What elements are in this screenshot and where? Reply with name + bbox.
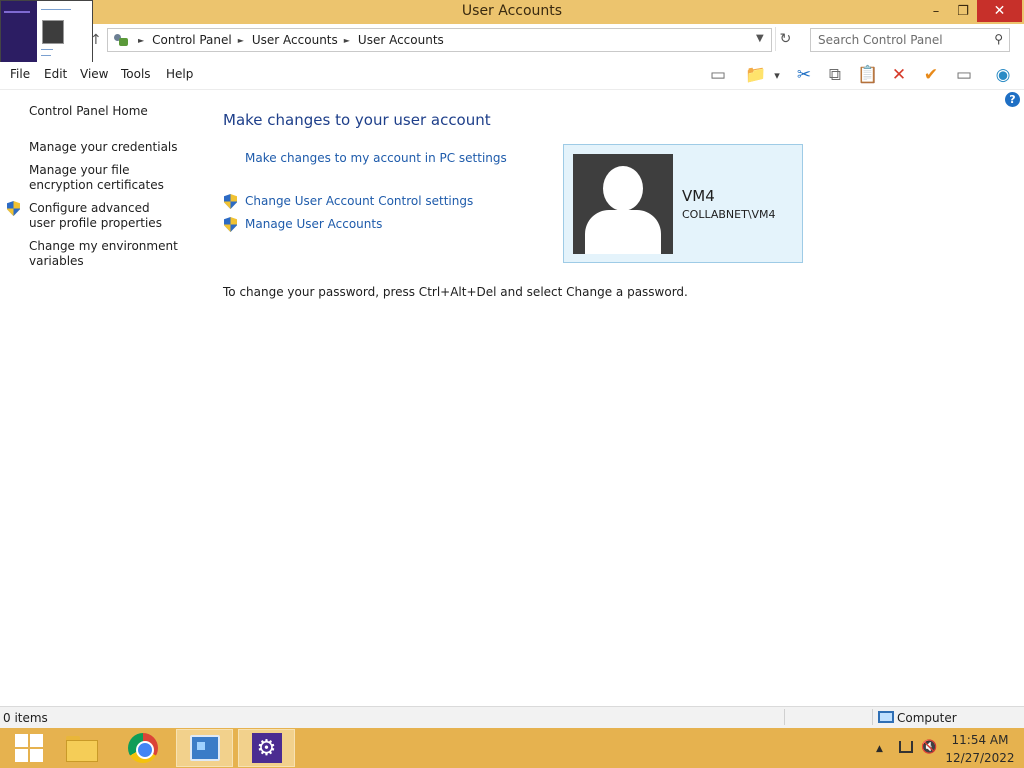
start-button[interactable] <box>0 729 57 767</box>
help-icon[interactable]: ? <box>1005 92 1020 107</box>
globe-icon[interactable]: ◉ <box>990 62 1016 88</box>
computer-icon <box>878 711 894 723</box>
network-icon[interactable] <box>899 741 913 753</box>
user-account-card: VM4 COLLABNET\VM4 <box>563 144 803 263</box>
copy-icon[interactable]: ⧉ <box>822 62 848 88</box>
control-panel-icon <box>189 735 220 761</box>
thumbnail-line <box>41 55 51 56</box>
uac-shield-icon <box>7 201 20 216</box>
avatar-head-shape <box>603 166 643 211</box>
password-instruction: To change your password, press Ctrl+Alt+… <box>223 285 688 299</box>
user-domain: COLLABNET\VM4 <box>682 208 776 221</box>
status-divider <box>784 709 785 725</box>
menu-bar: File Edit View Tools Help ▭ 📁 ▾ ✂ ⧉ 📋 ✕ … <box>0 62 1024 90</box>
taskbar-settings[interactable]: ⚙ <box>238 729 295 767</box>
menu-help[interactable]: Help <box>166 67 193 81</box>
paste-icon[interactable]: 📋 <box>855 62 881 88</box>
user-avatar <box>573 154 673 254</box>
user-name: VM4 <box>682 187 715 205</box>
search-icon[interactable]: ⚲ <box>994 32 1003 46</box>
taskbar-file-explorer[interactable] <box>52 729 109 767</box>
uac-settings-link[interactable]: Change User Account Control settings <box>245 194 473 208</box>
item-count: 0 items <box>3 711 48 725</box>
cut-icon[interactable]: ✂ <box>791 62 817 88</box>
control-panel-icon <box>112 32 130 48</box>
gear-icon: ⚙ <box>251 733 282 763</box>
title-bar: User Accounts – ❐ ✕ <box>0 0 1024 24</box>
search-input[interactable] <box>818 30 986 50</box>
up-arrow-icon[interactable]: ↑ <box>90 32 102 50</box>
taskbar-control-panel[interactable] <box>176 729 233 767</box>
pc-settings-link[interactable]: Make changes to my account in PC setting… <box>245 151 507 165</box>
refresh-icon[interactable]: ↻ <box>775 27 795 51</box>
address-dropdown-icon[interactable]: ▼ <box>756 33 764 44</box>
uac-shield-icon <box>224 194 237 209</box>
page-heading: Make changes to your user account <box>223 111 491 129</box>
maximize-button[interactable]: ❐ <box>950 0 976 22</box>
checkmark-icon[interactable]: ✔ <box>918 62 944 88</box>
control-panel-home-link[interactable]: Control Panel Home <box>29 104 194 119</box>
breadcrumb-control-panel[interactable]: Control Panel <box>152 33 232 47</box>
taskbar-chrome[interactable] <box>114 729 171 767</box>
location-label: Computer <box>897 711 957 725</box>
chrome-icon <box>127 733 158 763</box>
minimize-button[interactable]: – <box>922 0 950 22</box>
dropdown-arrow-icon[interactable]: ▾ <box>768 62 786 88</box>
properties-icon[interactable]: ▭ <box>951 62 977 88</box>
manage-user-accounts-link[interactable]: Manage User Accounts <box>245 217 382 231</box>
status-divider <box>872 709 873 725</box>
change-environment-variables-link[interactable]: Change my environment variables <box>29 239 179 269</box>
breadcrumb-user-accounts[interactable]: User Accounts <box>252 33 338 47</box>
windows-logo-icon <box>14 734 43 762</box>
tray-overflow-icon[interactable]: ▲ <box>876 744 883 754</box>
uac-shield-icon <box>224 217 237 232</box>
avatar-body-shape <box>585 210 661 254</box>
volume-muted-icon[interactable]: 🔇 <box>921 740 937 755</box>
breadcrumb-user-accounts-current[interactable]: User Accounts <box>358 33 444 47</box>
delete-icon[interactable]: ✕ <box>886 62 912 88</box>
taskbar: ⚙ <box>0 728 1024 768</box>
clock-date[interactable]: 12/27/2022 <box>940 751 1020 765</box>
layout-pane-icon[interactable]: ▭ <box>705 62 731 88</box>
close-button[interactable]: ✕ <box>977 0 1022 22</box>
breadcrumb-separator-icon[interactable]: ► <box>238 36 244 45</box>
menu-edit[interactable]: Edit <box>44 67 67 81</box>
clock-time[interactable]: 11:54 AM <box>940 733 1020 747</box>
folder-check-icon[interactable]: 📁 <box>743 62 769 88</box>
folder-icon <box>65 736 98 762</box>
breadcrumb-separator-icon[interactable]: ► <box>344 36 350 45</box>
menu-tools[interactable]: Tools <box>121 67 151 81</box>
search-box[interactable]: ⚲ <box>810 28 1010 52</box>
address-bar[interactable]: ► Control Panel ► User Accounts ► User A… <box>107 28 772 52</box>
manage-credentials-link[interactable]: Manage your credentials <box>29 140 194 155</box>
manage-encryption-certificates-link[interactable]: Manage your file encryption certificates <box>29 163 189 193</box>
thumbnail-line <box>41 9 71 10</box>
menu-view[interactable]: View <box>80 67 108 81</box>
configure-profile-properties-link[interactable]: Configure advanced user profile properti… <box>29 201 179 231</box>
status-bar: 0 items Computer <box>0 706 1024 728</box>
menu-file[interactable]: File <box>10 67 30 81</box>
breadcrumb-separator-icon[interactable]: ► <box>138 36 144 45</box>
window-title: User Accounts <box>461 3 563 19</box>
